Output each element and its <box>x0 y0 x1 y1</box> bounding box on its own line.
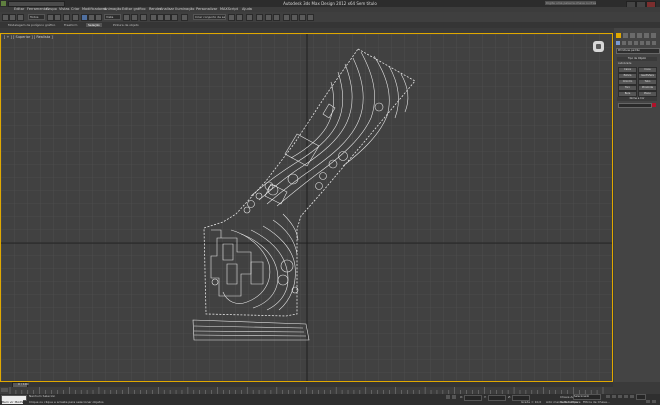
layer-manager-icon[interactable] <box>246 14 253 21</box>
pivot-icon[interactable] <box>123 14 130 21</box>
name-color-rollout[interactable]: Nome e Cor <box>617 97 657 101</box>
create-tab-icon[interactable] <box>616 33 621 38</box>
material-editor-icon[interactable] <box>283 14 290 21</box>
named-selection-set-select[interactable]: Criar conjunto de seleç <box>193 14 226 20</box>
menu-maxscript[interactable]: MAXScript <box>220 7 238 11</box>
lights-icon[interactable] <box>628 41 632 45</box>
utilities-tab-icon[interactable] <box>651 33 656 38</box>
select-by-name-icon[interactable] <box>54 14 61 21</box>
object-category-icons[interactable] <box>616 41 658 46</box>
hierarchy-tab-icon[interactable] <box>630 33 635 38</box>
selection-filter-select[interactable]: Todos <box>28 14 45 20</box>
search-input[interactable]: Digite uma palavra-chave ou frase <box>545 1 596 5</box>
key-filters-button[interactable]: Filtros de Chave... <box>583 400 610 404</box>
go-to-start-icon[interactable] <box>606 395 610 398</box>
graphite-toggle-icon[interactable] <box>256 14 263 21</box>
lock-selection-icon[interactable] <box>446 395 450 399</box>
viewcube-icon[interactable] <box>593 41 604 52</box>
helpers-icon[interactable] <box>640 41 644 45</box>
set-key-button[interactable]: Definir Chave <box>560 400 580 404</box>
reference-coordinate-select[interactable]: Vista <box>104 14 121 20</box>
angle-snap-icon[interactable] <box>157 14 164 21</box>
prompt-line: Clique ou clique e arraste para selecion… <box>29 400 104 404</box>
percent-snap-icon[interactable] <box>164 14 171 21</box>
curve-editor-icon[interactable] <box>265 14 272 21</box>
align-icon[interactable] <box>236 14 243 21</box>
scale-icon[interactable] <box>95 14 102 21</box>
menu-group[interactable]: Grupo <box>46 7 57 11</box>
ribbon-tabs: Modelagem de polígono gráfico Freeform S… <box>0 22 660 28</box>
link-icon[interactable] <box>17 14 24 21</box>
geometry-icon[interactable] <box>616 41 620 45</box>
primitive-type-select[interactable]: Primitivas padrão <box>616 48 660 54</box>
manipulate-icon[interactable] <box>131 14 138 21</box>
pan-icon[interactable] <box>652 400 656 403</box>
menu-graph-editors[interactable]: Editor gráfico <box>122 7 146 11</box>
menu-views[interactable]: Vistas <box>59 7 69 11</box>
current-frame-field[interactable] <box>636 394 646 400</box>
grid-size-readout: Grade = 10,0 <box>521 400 542 404</box>
space-warps-icon[interactable] <box>646 41 650 45</box>
cameras-icon[interactable] <box>634 41 638 45</box>
snaps-toggle-icon[interactable] <box>150 14 157 21</box>
viewport-label[interactable]: [ + ] [ Superior ] [ Realista ] <box>4 35 53 39</box>
rectangular-selection-icon[interactable] <box>63 14 70 21</box>
track-bar[interactable] <box>0 387 613 394</box>
title-bar: Autodesk 3ds Max Design 2012 x64 Sem tit… <box>0 0 660 8</box>
mirror-icon[interactable] <box>228 14 235 21</box>
display-tab-icon[interactable] <box>644 33 649 38</box>
panel-tabs[interactable] <box>616 33 658 39</box>
coord-x-field[interactable] <box>464 395 482 401</box>
menu-create[interactable]: Criar <box>71 7 79 11</box>
rendered-frame-window-icon[interactable] <box>299 14 306 21</box>
maxscript-listener-text[interactable]: Bem vir MAXS <box>2 400 24 404</box>
schematic-view-icon[interactable] <box>273 14 280 21</box>
edit-named-selection-icon[interactable] <box>181 14 188 21</box>
coord-y-label: Y: <box>484 395 487 399</box>
window-crossing-icon[interactable] <box>72 14 79 21</box>
menu-edit[interactable]: Editar <box>14 7 24 11</box>
autogrid-checkbox[interactable]: AutoGrade <box>618 62 631 65</box>
tab-freeform[interactable]: Freeform <box>62 23 79 27</box>
keyboard-shortcut-icon[interactable] <box>140 14 147 21</box>
menu-modifiers[interactable]: Modificadores <box>82 7 106 11</box>
shapes-icon[interactable] <box>622 41 626 45</box>
status-bar: Bem vir MAXS Nenhum Selecion Clique ou c… <box>0 394 660 405</box>
previous-frame-icon[interactable] <box>612 395 616 398</box>
command-panel: Primitivas padrão Tipo de Objeto AutoGra… <box>614 28 660 382</box>
move-icon[interactable] <box>81 14 88 21</box>
tab-object-paint[interactable]: Pintura de objeto <box>111 23 141 27</box>
next-frame-icon[interactable] <box>624 395 628 398</box>
tab-graphite-modeling[interactable]: Modelagem de polígono gráfico <box>6 23 57 27</box>
rotate-icon[interactable] <box>88 14 95 21</box>
zoom-icon[interactable] <box>646 400 650 403</box>
tab-selection[interactable]: Seleção <box>86 23 102 27</box>
menu-animation[interactable]: Animação <box>104 7 121 11</box>
redo-icon[interactable] <box>9 14 16 21</box>
render-production-icon[interactable] <box>307 14 314 21</box>
play-icon[interactable] <box>618 395 622 398</box>
menu-lighting-analysis[interactable]: Analisar Iluminação <box>160 7 194 11</box>
viewport-canvas[interactable] <box>1 34 613 382</box>
viewport-top[interactable]: [ + ] [ Superior ] [ Realista ] <box>0 33 613 382</box>
coord-z-label: Z: <box>508 395 512 399</box>
object-type-rollout[interactable]: Tipo de Objeto <box>617 57 657 61</box>
menu-customize[interactable]: Personalizar <box>196 7 217 11</box>
undo-icon[interactable] <box>2 14 9 21</box>
coord-y-field[interactable] <box>488 395 506 401</box>
modify-tab-icon[interactable] <box>623 33 628 38</box>
absolute-mode-icon[interactable] <box>452 395 456 399</box>
object-name-input[interactable] <box>618 103 652 108</box>
coord-x-label: X: <box>460 395 464 399</box>
motion-tab-icon[interactable] <box>637 33 642 38</box>
selection-status: Nenhum Selecion <box>29 394 56 398</box>
go-to-end-icon[interactable] <box>630 395 634 398</box>
render-setup-icon[interactable] <box>291 14 298 21</box>
systems-icon[interactable] <box>652 41 656 45</box>
select-object-icon[interactable] <box>47 14 54 21</box>
spinner-snap-icon[interactable] <box>171 14 178 21</box>
object-color-swatch[interactable] <box>652 103 656 107</box>
menu-help[interactable]: Ajuda <box>242 7 252 11</box>
mini-curve-editor-toggle[interactable] <box>1 388 8 392</box>
